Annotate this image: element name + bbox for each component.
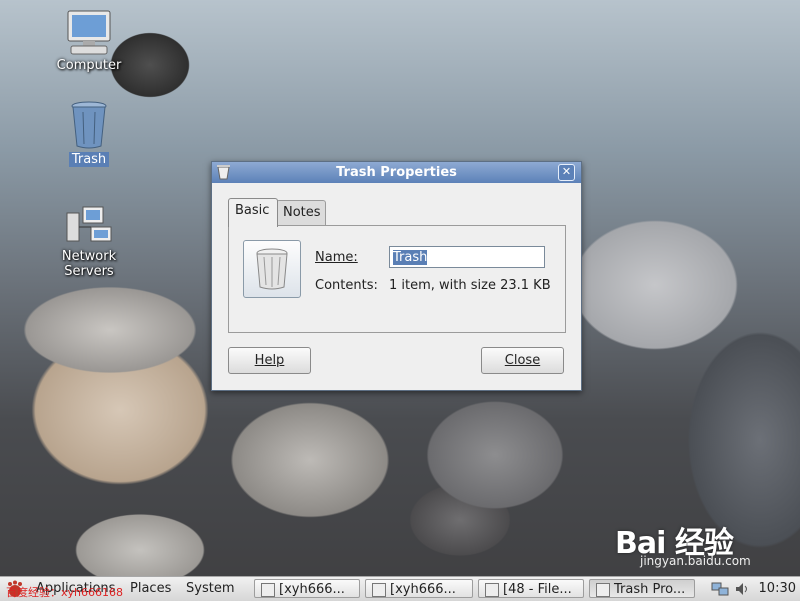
trash-icon	[256, 248, 288, 290]
menu-places[interactable]: Places	[130, 581, 171, 596]
computer-icon	[67, 10, 111, 55]
trash-properties-dialog: Trash Properties ✕ Basic Notes Name: Tra…	[211, 161, 582, 391]
contents-label: Contents:	[315, 278, 378, 293]
tab-basic[interactable]: Basic	[228, 198, 278, 227]
trash-icon	[71, 101, 107, 149]
trash-icon	[217, 165, 230, 180]
trash-icon	[596, 583, 610, 597]
tab-label: Notes	[283, 205, 321, 220]
desktop-icon-label: Network Servers	[61, 249, 117, 279]
dialog-titlebar[interactable]: Trash Properties ✕	[212, 162, 581, 183]
desktop-icon-label: Computer	[56, 58, 122, 73]
folder-icon	[485, 583, 499, 597]
tab-label: Basic	[235, 203, 270, 218]
document-icon	[261, 583, 275, 597]
basic-panel: Name: Trash Contents: 1 item, with size …	[228, 225, 566, 333]
network-icon[interactable]	[711, 581, 729, 597]
desktop-icon-label: Trash	[68, 152, 110, 167]
contents-value: 1 item, with size 23.1 KB	[389, 278, 551, 293]
terminal-icon	[372, 583, 386, 597]
desktop-icon-network-servers[interactable]: Network Servers	[34, 205, 144, 279]
name-field[interactable]: Trash	[389, 246, 545, 268]
help-button[interactable]: Help	[228, 347, 311, 374]
desktop-icon-computer[interactable]: Computer	[34, 10, 144, 73]
network-servers-icon	[66, 206, 112, 242]
volume-icon[interactable]	[734, 581, 750, 597]
task-button[interactable]: [xyh666...	[254, 579, 360, 598]
baidu-url: jingyan.baidu.com	[640, 554, 751, 568]
desktop-icon-trash[interactable]: Trash	[34, 100, 144, 167]
trash-icon-button[interactable]	[243, 240, 301, 298]
task-button[interactable]: [xyh666...	[365, 579, 473, 598]
tab-notes[interactable]: Notes	[276, 200, 326, 225]
menu-system[interactable]: System	[186, 581, 234, 596]
close-button[interactable]: Close	[481, 347, 564, 374]
dialog-title: Trash Properties	[336, 165, 457, 180]
task-button[interactable]: [48 - File...	[478, 579, 584, 598]
watermark-text: 百度经验：xyh666168	[6, 586, 123, 599]
name-label: Name:	[315, 250, 358, 265]
task-button-active[interactable]: Trash Pro...	[589, 579, 695, 598]
close-icon[interactable]: ✕	[558, 164, 575, 181]
clock[interactable]: 10:30	[759, 581, 796, 596]
name-value: Trash	[393, 250, 428, 265]
